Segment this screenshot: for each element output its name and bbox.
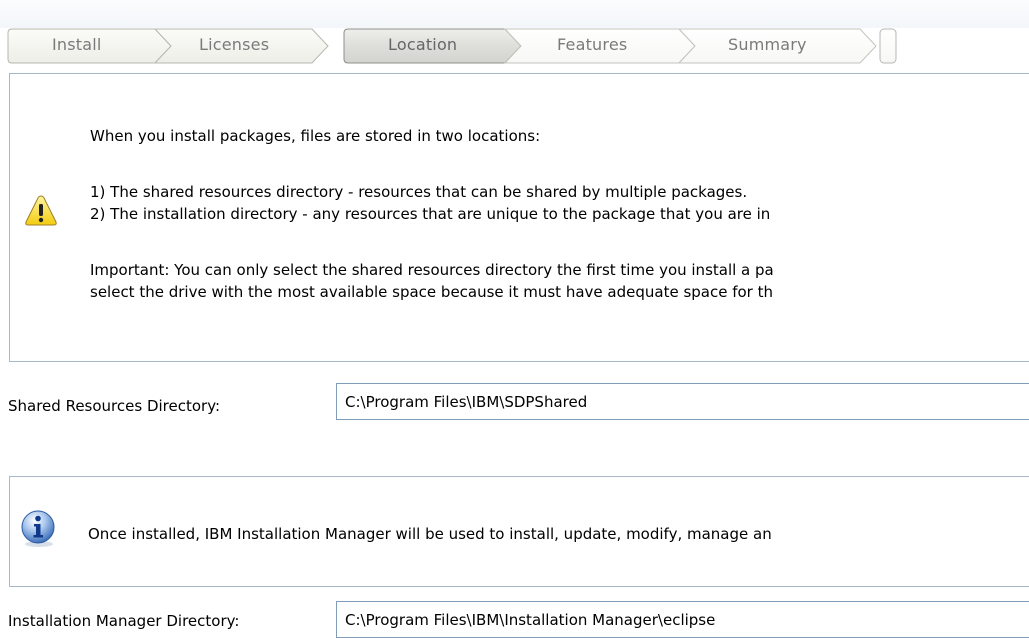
installation-manager-input[interactable] <box>336 601 1029 638</box>
info-text: Once installed, IBM Installation Manager… <box>88 525 772 543</box>
warning-triangle-icon <box>25 195 57 226</box>
step-summary-label: Summary <box>728 35 807 54</box>
warning-item-shared: 1) The shared resources directory - reso… <box>90 183 748 201</box>
wizard-steps: Install Licenses Location Features Summa… <box>0 0 1029 70</box>
info-panel: Once installed, IBM Installation Manager… <box>9 476 1029 587</box>
step-trailing-shape <box>879 28 897 64</box>
warning-item-installation: 2) The installation directory - any reso… <box>90 205 771 223</box>
step-install-label: Install <box>52 35 102 54</box>
warning-panel: When you install packages, files are sto… <box>9 73 1029 362</box>
installation-manager-label: Installation Manager Directory: <box>8 612 240 630</box>
warning-important-line1: Important: You can only select the share… <box>90 261 774 279</box>
warning-intro: When you install packages, files are sto… <box>90 127 541 145</box>
warning-important-line2: select the drive with the most available… <box>90 283 773 301</box>
step-features-label: Features <box>557 35 628 54</box>
info-icon <box>21 510 55 547</box>
shared-resources-input[interactable] <box>336 383 1029 420</box>
shared-resources-label: Shared Resources Directory: <box>8 397 221 415</box>
wizard-steps-shapes <box>7 28 897 64</box>
step-location-label: Location <box>388 35 458 54</box>
step-licenses-label: Licenses <box>199 35 270 54</box>
